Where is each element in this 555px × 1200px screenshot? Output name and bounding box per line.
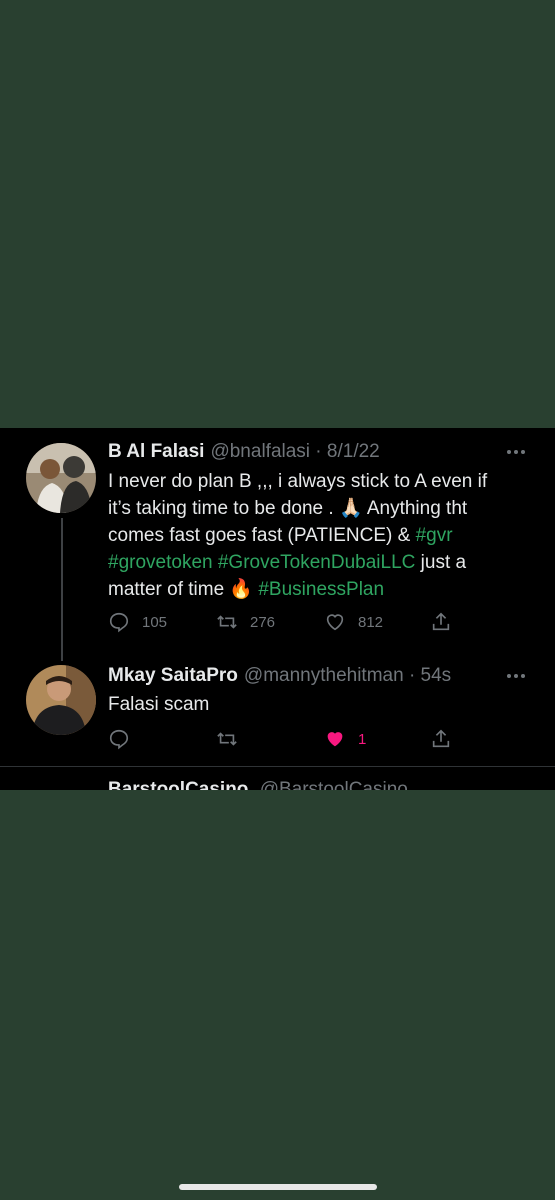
- tweet1-line: I never do plan B ,,, i always stick to …: [108, 471, 488, 492]
- tweet1-text-span: comes fast goes fast (PATIENCE) &: [108, 525, 416, 546]
- retweet-button[interactable]: 276: [216, 610, 275, 634]
- hashtag-gvr[interactable]: #gvr: [416, 525, 453, 546]
- tweet2-handle-time[interactable]: @mannythehitman · 54s: [244, 665, 451, 687]
- tweet2-header: Mkay SaitaPro @mannythehitman · 54s: [108, 665, 451, 687]
- reply-button[interactable]: [108, 727, 142, 751]
- like-button[interactable]: 812: [324, 610, 383, 634]
- tweet2-author-name[interactable]: Mkay SaitaPro: [108, 665, 238, 687]
- tweet-divider: [0, 766, 555, 767]
- tweet1-actions: 105 276 812: [108, 610, 458, 634]
- retweet-count: 276: [250, 613, 276, 631]
- thread-connector-line: [61, 518, 63, 661]
- avatar-mkay-saitapro[interactable]: [26, 665, 96, 735]
- reply-button[interactable]: 105: [108, 610, 167, 634]
- reply-icon: [109, 612, 129, 633]
- tweet1-header: B Al Falasi @bnalfalasi · 8/1/22: [108, 441, 380, 463]
- reply-icon: [109, 729, 129, 750]
- more-icon[interactable]: [506, 673, 526, 679]
- retweet-button[interactable]: [216, 727, 250, 751]
- share-icon: [432, 612, 450, 631]
- tweet3-handle[interactable]: @BarstoolCasino: [260, 779, 408, 790]
- like-icon: [326, 614, 344, 631]
- tweet1-line: #grovetoken #GroveTokenDubaiLLC just a: [108, 549, 528, 576]
- tweet1-text-span: matter of time 🔥: [108, 579, 259, 600]
- retweet-icon: [217, 732, 237, 746]
- hashtag-businessplan[interactable]: #BusinessPlan: [258, 579, 384, 600]
- share-button[interactable]: [430, 610, 464, 634]
- tweet1-text: I never do plan B ,,, i always stick to …: [108, 468, 528, 603]
- retweet-icon: [217, 615, 237, 629]
- tweet2-actions: 1: [108, 727, 458, 751]
- more-icon[interactable]: [506, 449, 526, 455]
- tweet1-line: comes fast goes fast (PATIENCE) & #gvr: [108, 522, 528, 549]
- share-button[interactable]: [430, 727, 464, 751]
- like-count: 1: [358, 730, 367, 748]
- like-count: 812: [358, 613, 384, 631]
- heart-filled-icon: [327, 732, 343, 747]
- tweet2-text: Falasi scam: [108, 694, 210, 715]
- tweet3-author-name[interactable]: BarstoolCasino: [108, 779, 248, 790]
- hashtag-grovetokendubaillc[interactable]: #GroveTokenDubaiLLC: [218, 552, 416, 573]
- tweet1-handle-date[interactable]: @bnalfalasi · 8/1/22: [210, 441, 379, 463]
- tweet1-line: it’s taking time to be done . 🙏🏻 Anythin…: [108, 498, 468, 519]
- home-indicator[interactable]: [179, 1184, 377, 1190]
- tweet3-peek-clip: BarstoolCasino @BarstoolCasino: [0, 770, 555, 790]
- hashtag-grovetoken[interactable]: #grovetoken: [108, 552, 213, 573]
- like-button-liked[interactable]: 1: [324, 727, 366, 751]
- avatar-photo-icon: [26, 665, 96, 735]
- share-icon: [432, 729, 450, 748]
- reply-count: 105: [142, 613, 168, 631]
- avatar-b-al-falasi[interactable]: [26, 443, 96, 513]
- tweet1-text-span: just a: [415, 552, 467, 573]
- tweet1-author-name[interactable]: B Al Falasi: [108, 441, 204, 463]
- avatar-photo-icon: [26, 443, 96, 513]
- tweet3-header: BarstoolCasino @BarstoolCasino: [108, 779, 408, 790]
- tweet1-line: matter of time 🔥 #BusinessPlan: [108, 576, 528, 603]
